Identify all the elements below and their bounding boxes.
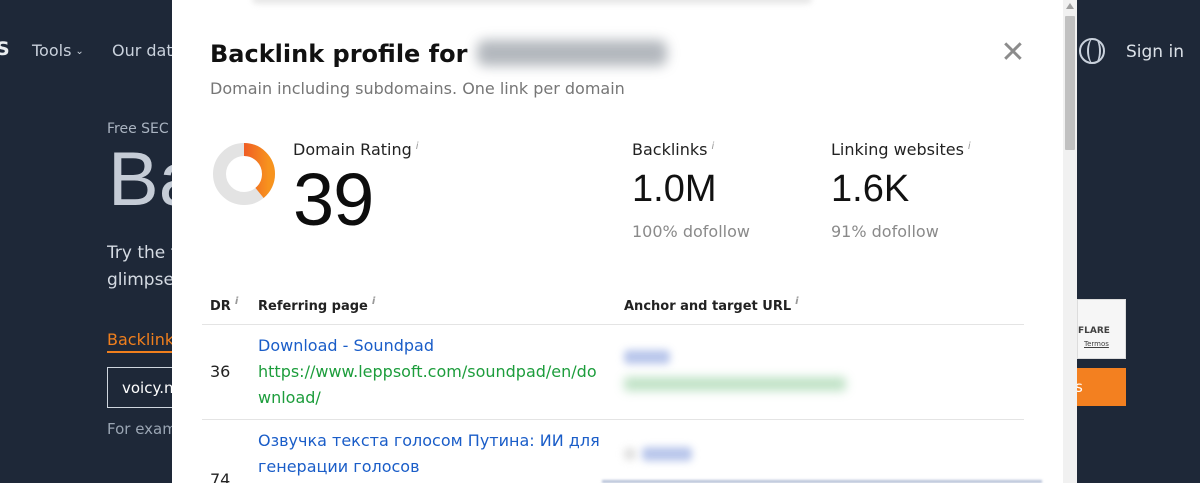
linking-websites-dofollow: 91% dofollow: [831, 222, 939, 241]
column-header-anchor-text: Anchor and target URL: [624, 299, 792, 314]
example-hint: For exam: [107, 420, 177, 438]
captcha-brand: FLARE: [1078, 326, 1110, 336]
linking-websites-label-text: Linking websites: [831, 140, 964, 159]
scrollbar-thumb[interactable]: [1065, 16, 1075, 150]
tab-backlink-checker[interactable]: Backlink: [107, 330, 175, 353]
site-logo[interactable]: S: [0, 38, 10, 60]
info-icon[interactable]: i: [416, 141, 419, 152]
table-divider: [202, 419, 1024, 420]
column-header-dr: DR i: [210, 296, 238, 314]
modal-title-text: Backlink profile for: [210, 40, 468, 68]
check-backlinks-button[interactable]: s: [1075, 368, 1126, 406]
linking-websites-value: 1.6K: [831, 168, 910, 210]
referring-page-url-link[interactable]: https://www.leppsoft.com/soundpad/en/dow…: [258, 359, 608, 411]
blurred-region: [252, 0, 812, 4]
info-icon[interactable]: i: [235, 296, 238, 307]
column-header-dr-text: DR: [210, 299, 231, 314]
backlinks-label: Backlinks i: [632, 140, 714, 159]
nav-tools-label: Tools: [32, 41, 72, 60]
blurred-anchor-text: [624, 350, 670, 364]
domain-rating-donut: [213, 143, 275, 205]
info-icon[interactable]: i: [372, 296, 375, 307]
close-icon[interactable]: ✕: [998, 38, 1028, 68]
hero-eyebrow: Free SEC: [107, 121, 169, 137]
referring-page-title-link[interactable]: Озвучка текста голосом Путина: ИИ для ге…: [258, 428, 608, 480]
backlink-profile-modal: Backlink profile for Domain including su…: [172, 0, 1063, 483]
scroll-up-arrow-icon[interactable]: [1066, 3, 1074, 9]
captcha-widget[interactable]: FLARE Termos: [1077, 299, 1126, 359]
linking-websites-label: Linking websites i: [831, 140, 971, 159]
blurred-anchor-text: [642, 447, 692, 461]
info-icon[interactable]: i: [711, 141, 714, 152]
blurred-target-url: [624, 377, 846, 391]
domain-rating-label: Domain Rating i: [293, 140, 419, 159]
backlinks-dofollow: 100% dofollow: [632, 222, 750, 241]
modal-subtitle: Domain including subdomains. One link pe…: [210, 79, 625, 98]
domain-rating-value: 39: [293, 158, 374, 241]
modal-title: Backlink profile for: [210, 40, 668, 68]
column-header-referring-page: Referring page i: [258, 296, 375, 314]
row-dr-value: 74: [210, 470, 231, 483]
blurred-domain: [477, 40, 668, 66]
globe-icon[interactable]: [1079, 38, 1105, 64]
backlinks-value: 1.0M: [632, 168, 717, 210]
info-icon[interactable]: i: [795, 296, 798, 307]
info-icon[interactable]: i: [968, 141, 971, 152]
nav-tools[interactable]: Tools ⌄: [32, 41, 84, 60]
backlinks-label-text: Backlinks: [632, 140, 708, 159]
nav-our-data[interactable]: Our dat: [112, 41, 173, 60]
column-header-anchor: Anchor and target URL i: [624, 296, 799, 314]
column-header-referring-page-text: Referring page: [258, 299, 368, 314]
captcha-terms-link[interactable]: Termos: [1084, 340, 1109, 348]
row-dr-value: 36: [210, 362, 231, 381]
sign-in-link[interactable]: Sign in: [1126, 42, 1184, 62]
blurred-favicon: [624, 448, 636, 460]
domain-rating-label-text: Domain Rating: [293, 140, 412, 159]
referring-page-title-link[interactable]: Download - Soundpad: [258, 333, 608, 359]
chevron-down-icon: ⌄: [75, 46, 84, 57]
table-divider: [202, 324, 1024, 325]
